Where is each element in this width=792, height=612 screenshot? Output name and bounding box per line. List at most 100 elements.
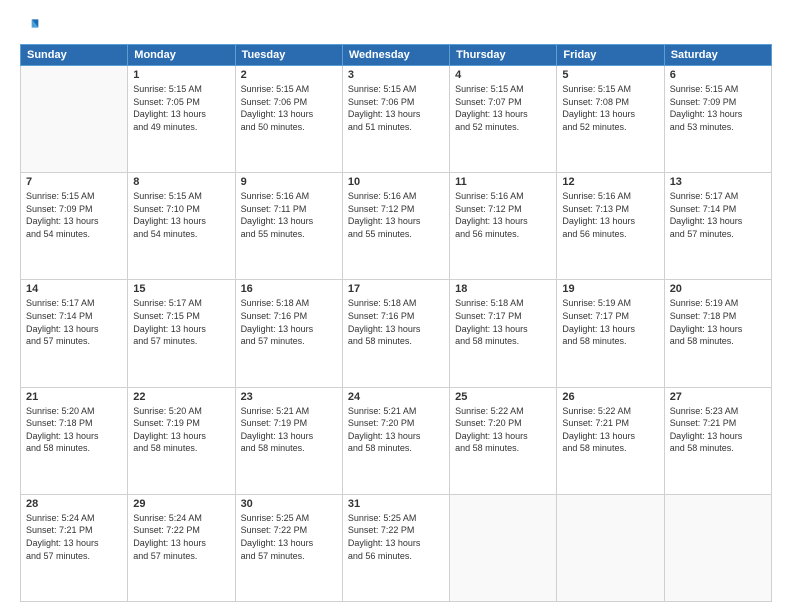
- calendar-cell: 1Sunrise: 5:15 AM Sunset: 7:05 PM Daylig…: [128, 66, 235, 173]
- day-info: Sunrise: 5:20 AM Sunset: 7:19 PM Dayligh…: [133, 405, 229, 455]
- day-number: 8: [133, 176, 229, 188]
- day-info: Sunrise: 5:17 AM Sunset: 7:14 PM Dayligh…: [670, 190, 766, 240]
- day-info: Sunrise: 5:15 AM Sunset: 7:05 PM Dayligh…: [133, 83, 229, 133]
- calendar-week-row: 28 Sunrise: 5:24 AM Sunset: 7:21 PM Dayli…: [21, 494, 772, 601]
- day-info: Sunrise: 5:16 AM Sunset: 7:11 PM Dayligh…: [241, 190, 337, 240]
- calendar-cell: 19 Sunrise: 5:19 AM Sunset: 7:17 PM Dayli…: [557, 280, 664, 387]
- day-info: Sunrise: 5:16 AM Sunset: 7:12 PM Dayligh…: [348, 190, 444, 240]
- calendar: SundayMondayTuesdayWednesdayThursdayFrid…: [20, 44, 772, 602]
- day-number: 31: [348, 498, 444, 510]
- day-number: 12: [562, 176, 658, 188]
- calendar-cell: [557, 494, 664, 601]
- day-number: 21: [26, 391, 122, 403]
- calendar-week-row: 7 Sunrise: 5:15 AM Sunset: 7:09 PM Daylig…: [21, 173, 772, 280]
- day-info: Sunrise: 5:24 AM Sunset: 7:22 PM Dayligh…: [133, 512, 229, 562]
- day-number: 2: [241, 69, 337, 81]
- calendar-cell: 17Sunrise: 5:18 AM Sunset: 7:16 PM Dayli…: [342, 280, 449, 387]
- day-number: 18: [455, 283, 551, 295]
- calendar-cell: 22 Sunrise: 5:20 AM Sunset: 7:19 PM Dayli…: [128, 387, 235, 494]
- day-number: 10: [348, 176, 444, 188]
- day-info: Sunrise: 5:16 AM Sunset: 7:12 PM Dayligh…: [455, 190, 551, 240]
- day-number: 16: [241, 283, 337, 295]
- day-info: Sunrise: 5:15 AM Sunset: 7:06 PM Dayligh…: [241, 83, 337, 133]
- day-info: Sunrise: 5:18 AM Sunset: 7:16 PM Dayligh…: [241, 297, 337, 347]
- day-info: Sunrise: 5:15 AM Sunset: 7:06 PM Dayligh…: [348, 83, 444, 133]
- day-info: Sunrise: 5:17 AM Sunset: 7:15 PM Dayligh…: [133, 297, 229, 347]
- calendar-cell: 30 Sunrise: 5:25 AM Sunset: 7:22 PM Dayli…: [235, 494, 342, 601]
- day-number: 13: [670, 176, 766, 188]
- weekday-header: Friday: [557, 45, 664, 66]
- day-info: Sunrise: 5:15 AM Sunset: 7:07 PM Dayligh…: [455, 83, 551, 133]
- calendar-cell: 18 Sunrise: 5:18 AM Sunset: 7:17 PM Dayli…: [450, 280, 557, 387]
- day-number: 17: [348, 283, 444, 295]
- day-number: 24: [348, 391, 444, 403]
- calendar-cell: 3 Sunrise: 5:15 AM Sunset: 7:06 PM Daylig…: [342, 66, 449, 173]
- calendar-cell: 31Sunrise: 5:25 AM Sunset: 7:22 PM Dayli…: [342, 494, 449, 601]
- day-number: 6: [670, 69, 766, 81]
- day-info: Sunrise: 5:22 AM Sunset: 7:20 PM Dayligh…: [455, 405, 551, 455]
- header: [20, 16, 772, 36]
- calendar-cell: 15Sunrise: 5:17 AM Sunset: 7:15 PM Dayli…: [128, 280, 235, 387]
- day-info: Sunrise: 5:22 AM Sunset: 7:21 PM Dayligh…: [562, 405, 658, 455]
- day-number: 29: [133, 498, 229, 510]
- calendar-cell: 21Sunrise: 5:20 AM Sunset: 7:18 PM Dayli…: [21, 387, 128, 494]
- calendar-cell: 5Sunrise: 5:15 AM Sunset: 7:08 PM Daylig…: [557, 66, 664, 173]
- day-number: 20: [670, 283, 766, 295]
- day-info: Sunrise: 5:15 AM Sunset: 7:09 PM Dayligh…: [670, 83, 766, 133]
- calendar-cell: 20Sunrise: 5:19 AM Sunset: 7:18 PM Dayli…: [664, 280, 771, 387]
- day-number: 30: [241, 498, 337, 510]
- weekday-header: Saturday: [664, 45, 771, 66]
- calendar-week-row: 1Sunrise: 5:15 AM Sunset: 7:05 PM Daylig…: [21, 66, 772, 173]
- day-info: Sunrise: 5:21 AM Sunset: 7:20 PM Dayligh…: [348, 405, 444, 455]
- calendar-cell: 8 Sunrise: 5:15 AM Sunset: 7:10 PM Daylig…: [128, 173, 235, 280]
- day-info: Sunrise: 5:17 AM Sunset: 7:14 PM Dayligh…: [26, 297, 122, 347]
- day-number: 25: [455, 391, 551, 403]
- weekday-header: Tuesday: [235, 45, 342, 66]
- day-number: 11: [455, 176, 551, 188]
- weekday-header-row: SundayMondayTuesdayWednesdayThursdayFrid…: [21, 45, 772, 66]
- calendar-cell: 24 Sunrise: 5:21 AM Sunset: 7:20 PM Dayli…: [342, 387, 449, 494]
- calendar-cell: 11 Sunrise: 5:16 AM Sunset: 7:12 PM Dayli…: [450, 173, 557, 280]
- day-number: 19: [562, 283, 658, 295]
- calendar-week-row: 14 Sunrise: 5:17 AM Sunset: 7:14 PM Dayli…: [21, 280, 772, 387]
- calendar-cell: 4 Sunrise: 5:15 AM Sunset: 7:07 PM Daylig…: [450, 66, 557, 173]
- day-number: 3: [348, 69, 444, 81]
- calendar-cell: 28 Sunrise: 5:24 AM Sunset: 7:21 PM Dayli…: [21, 494, 128, 601]
- calendar-cell: 16 Sunrise: 5:18 AM Sunset: 7:16 PM Dayli…: [235, 280, 342, 387]
- logo: [20, 16, 44, 36]
- day-info: Sunrise: 5:21 AM Sunset: 7:19 PM Dayligh…: [241, 405, 337, 455]
- calendar-week-row: 21Sunrise: 5:20 AM Sunset: 7:18 PM Dayli…: [21, 387, 772, 494]
- weekday-header: Thursday: [450, 45, 557, 66]
- calendar-cell: 25 Sunrise: 5:22 AM Sunset: 7:20 PM Dayli…: [450, 387, 557, 494]
- day-number: 26: [562, 391, 658, 403]
- day-info: Sunrise: 5:24 AM Sunset: 7:21 PM Dayligh…: [26, 512, 122, 562]
- day-number: 27: [670, 391, 766, 403]
- day-info: Sunrise: 5:16 AM Sunset: 7:13 PM Dayligh…: [562, 190, 658, 240]
- calendar-cell: 14 Sunrise: 5:17 AM Sunset: 7:14 PM Dayli…: [21, 280, 128, 387]
- day-info: Sunrise: 5:23 AM Sunset: 7:21 PM Dayligh…: [670, 405, 766, 455]
- calendar-cell: [450, 494, 557, 601]
- calendar-cell: 23Sunrise: 5:21 AM Sunset: 7:19 PM Dayli…: [235, 387, 342, 494]
- calendar-cell: 27 Sunrise: 5:23 AM Sunset: 7:21 PM Dayli…: [664, 387, 771, 494]
- day-number: 14: [26, 283, 122, 295]
- calendar-cell: 9 Sunrise: 5:16 AM Sunset: 7:11 PM Daylig…: [235, 173, 342, 280]
- day-info: Sunrise: 5:15 AM Sunset: 7:10 PM Dayligh…: [133, 190, 229, 240]
- day-number: 4: [455, 69, 551, 81]
- calendar-cell: [21, 66, 128, 173]
- day-info: Sunrise: 5:15 AM Sunset: 7:09 PM Dayligh…: [26, 190, 122, 240]
- day-info: Sunrise: 5:15 AM Sunset: 7:08 PM Dayligh…: [562, 83, 658, 133]
- calendar-cell: 10 Sunrise: 5:16 AM Sunset: 7:12 PM Dayli…: [342, 173, 449, 280]
- day-number: 7: [26, 176, 122, 188]
- day-number: 28: [26, 498, 122, 510]
- logo-icon: [20, 16, 40, 36]
- day-number: 22: [133, 391, 229, 403]
- day-info: Sunrise: 5:19 AM Sunset: 7:17 PM Dayligh…: [562, 297, 658, 347]
- calendar-cell: 2 Sunrise: 5:15 AM Sunset: 7:06 PM Daylig…: [235, 66, 342, 173]
- day-info: Sunrise: 5:18 AM Sunset: 7:17 PM Dayligh…: [455, 297, 551, 347]
- day-number: 9: [241, 176, 337, 188]
- day-info: Sunrise: 5:25 AM Sunset: 7:22 PM Dayligh…: [241, 512, 337, 562]
- calendar-cell: 29 Sunrise: 5:24 AM Sunset: 7:22 PM Dayli…: [128, 494, 235, 601]
- page: SundayMondayTuesdayWednesdayThursdayFrid…: [0, 0, 792, 612]
- weekday-header: Sunday: [21, 45, 128, 66]
- calendar-cell: 26 Sunrise: 5:22 AM Sunset: 7:21 PM Dayli…: [557, 387, 664, 494]
